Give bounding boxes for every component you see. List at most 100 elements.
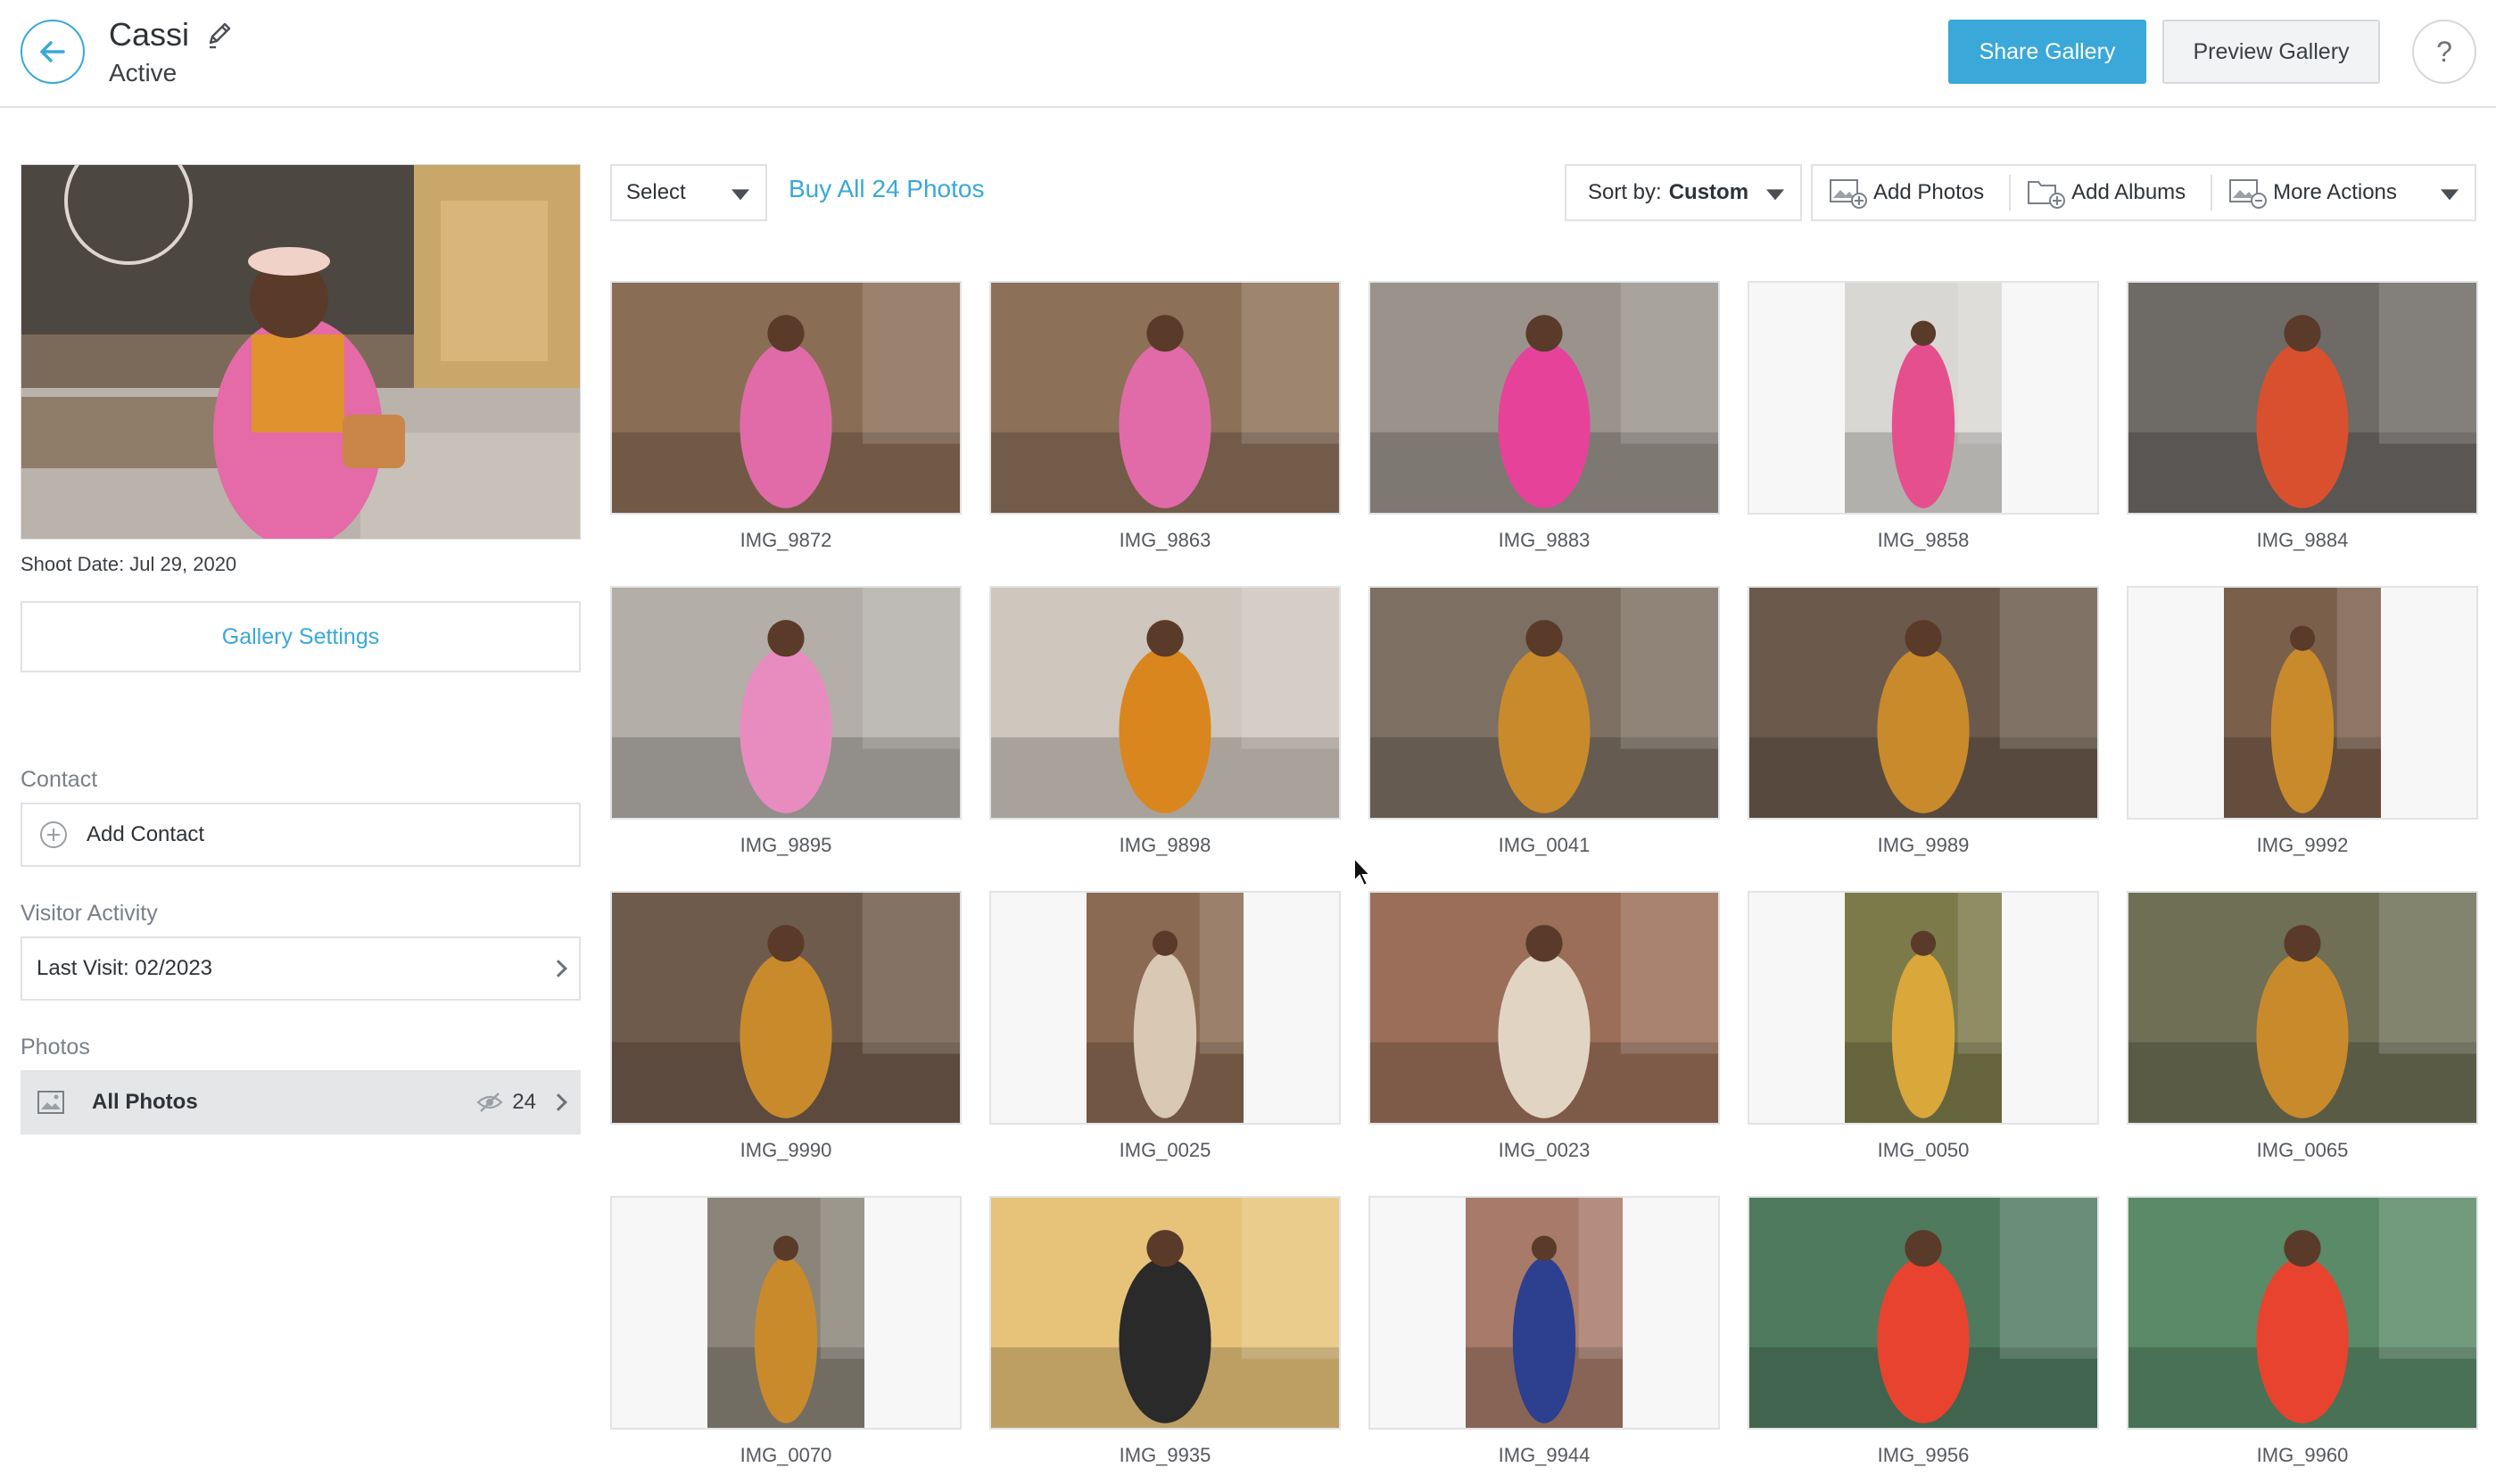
photo-image — [991, 283, 1339, 513]
photo-album-icon — [37, 1091, 64, 1114]
photo-thumbnail[interactable] — [1368, 1196, 1720, 1430]
photo-thumbnail[interactable] — [1368, 586, 1720, 820]
photo-image — [1749, 588, 2097, 818]
photo-thumbnail[interactable] — [989, 891, 1341, 1125]
photo-thumbnail[interactable] — [610, 1196, 962, 1430]
sort-dropdown[interactable]: Sort by: Custom — [1565, 164, 1802, 221]
photo-thumbnail[interactable] — [2127, 281, 2478, 515]
photo-image — [1845, 893, 2002, 1123]
pencil-edit-icon[interactable] — [203, 20, 234, 50]
share-gallery-button[interactable]: Share Gallery — [1948, 20, 2146, 84]
all-photos-item[interactable]: All Photos 24 — [21, 1070, 581, 1134]
photo-thumbnail[interactable] — [1748, 891, 2099, 1125]
photo-thumbnail[interactable] — [989, 281, 1341, 515]
photo-image — [1370, 283, 1718, 513]
photo-image — [991, 1198, 1339, 1428]
caret-down-icon — [1766, 189, 1784, 201]
photo-thumbnail[interactable] — [1748, 586, 2099, 820]
photo-filename: IMG_0025 — [1119, 1139, 1211, 1161]
photo-thumbnail[interactable] — [610, 891, 962, 1125]
photo-thumbnail[interactable] — [1748, 281, 2099, 515]
add-photos-label: Add Photos — [1873, 180, 1985, 204]
arrow-left-icon — [40, 41, 65, 62]
photo-filename: IMG_0041 — [1498, 834, 1591, 856]
photo-image — [707, 1198, 864, 1428]
photo-thumbnail[interactable] — [989, 586, 1341, 820]
photo-image — [612, 283, 960, 513]
photo-thumbnail[interactable] — [1748, 1196, 2099, 1430]
photo-image — [612, 893, 960, 1123]
visitor-activity-row[interactable]: Last Visit: 02/2023 — [21, 936, 581, 1001]
buy-all-photos-link[interactable]: Buy All 24 Photos — [789, 175, 984, 203]
photo-image — [2128, 1198, 2476, 1428]
photo-filename: IMG_9895 — [740, 834, 832, 856]
add-photo-icon — [1830, 179, 1867, 209]
photo-thumbnail[interactable] — [610, 586, 962, 820]
photo-filename: IMG_0070 — [740, 1444, 832, 1466]
photo-thumbnail[interactable] — [2127, 586, 2478, 820]
visitor-activity-heading: Visitor Activity — [21, 901, 158, 926]
cover-photo — [21, 165, 580, 539]
photo-filename: IMG_9872 — [740, 529, 832, 551]
photo-thumbnail[interactable] — [1368, 281, 1720, 515]
more-actions-dropdown[interactable]: More Actions — [2212, 166, 2475, 219]
gallery-title: Cassi — [109, 16, 190, 53]
back-button[interactable] — [21, 20, 85, 84]
select-label: Select — [626, 180, 686, 204]
photo-image — [1749, 1198, 2097, 1428]
photo-filename: IMG_9858 — [1877, 529, 1970, 551]
photo-filename: IMG_9863 — [1119, 529, 1211, 551]
photo-image — [1466, 1198, 1623, 1428]
gallery-actions-bar: Add Photos Add Albums More Actions — [1811, 164, 2476, 221]
photo-filename: IMG_9989 — [1877, 834, 1970, 856]
gallery-name-row: Cassi — [109, 16, 234, 54]
sort-value: Custom — [1668, 180, 1749, 204]
gallery-status: Active — [109, 59, 178, 87]
eye-hidden-icon — [476, 1092, 503, 1112]
photo-filename: IMG_9944 — [1498, 1444, 1591, 1466]
photo-filename: IMG_9883 — [1498, 529, 1591, 551]
photo-thumbnail[interactable] — [2127, 891, 2478, 1125]
photo-filename: IMG_0065 — [2256, 1139, 2349, 1161]
sort-prefix: Sort by: — [1588, 180, 1662, 204]
photo-image — [1370, 588, 1718, 818]
last-visit-label: Last Visit: 02/2023 — [37, 956, 213, 980]
all-photos-label: All Photos — [92, 1090, 198, 1114]
add-albums-label: Add Albums — [2071, 180, 2186, 204]
mouse-cursor-icon — [1353, 856, 1373, 887]
header-bar: Cassi Active Share Gallery Preview Galle… — [0, 0, 2496, 108]
caret-down-icon — [2441, 189, 2459, 201]
more-actions-label: More Actions — [2273, 180, 2397, 204]
photo-thumbnail[interactable] — [610, 281, 962, 515]
add-albums-button[interactable]: Add Albums — [2011, 166, 2211, 219]
photo-image — [1087, 893, 1244, 1123]
add-contact-button[interactable]: Add Contact — [21, 803, 581, 867]
help-button[interactable]: ? — [2412, 20, 2476, 84]
chevron-right-icon — [550, 1093, 567, 1111]
more-actions-icon — [2229, 179, 2268, 209]
photo-filename: IMG_9935 — [1119, 1444, 1211, 1466]
photo-filename: IMG_0023 — [1498, 1139, 1591, 1161]
add-photos-button[interactable]: Add Photos — [1813, 166, 2009, 219]
plus-circle-icon — [40, 821, 67, 848]
shoot-date: Shoot Date: Jul 29, 2020 — [21, 553, 237, 575]
photo-thumbnail[interactable] — [989, 1196, 1341, 1430]
photo-image — [2128, 283, 2476, 513]
add-contact-label: Add Contact — [87, 822, 205, 846]
preview-gallery-button[interactable]: Preview Gallery — [2162, 20, 2380, 84]
add-folder-icon — [2028, 181, 2066, 209]
photos-heading: Photos — [21, 1035, 90, 1059]
photo-count-wrap: 24 — [476, 1090, 536, 1115]
photo-count: 24 — [512, 1090, 536, 1114]
photo-thumbnail[interactable] — [1368, 891, 1720, 1125]
caret-down-icon — [731, 189, 749, 201]
select-dropdown[interactable]: Select — [610, 164, 767, 221]
gallery-settings-button[interactable]: Gallery Settings — [21, 601, 581, 672]
photo-filename: IMG_9960 — [2256, 1444, 2349, 1466]
photo-thumbnail[interactable] — [2127, 1196, 2478, 1430]
photo-filename: IMG_9884 — [2256, 529, 2349, 551]
photo-image — [2128, 893, 2476, 1123]
photo-image — [1370, 893, 1718, 1123]
photo-filename: IMG_9992 — [2256, 834, 2349, 856]
photo-filename: IMG_9956 — [1877, 1444, 1970, 1466]
